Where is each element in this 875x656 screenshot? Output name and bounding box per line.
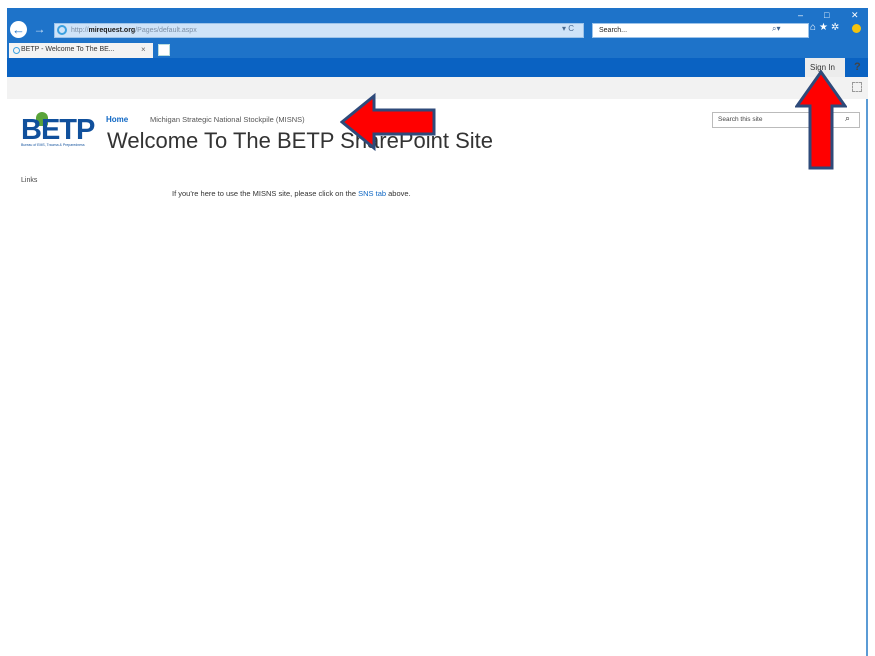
help-icon[interactable]: ? xyxy=(854,61,861,73)
sns-tab-link[interactable]: SNS tab xyxy=(358,189,386,198)
message-text-before: If you're here to use the MISNS site, pl… xyxy=(172,189,358,198)
ie-icon xyxy=(57,25,67,35)
tab-strip: BETP - Welcome To The BE... × xyxy=(7,42,868,58)
annotation-arrow-left-icon xyxy=(340,92,436,152)
message-text-after: above. xyxy=(386,189,411,198)
instruction-message: If you're here to use the MISNS site, pl… xyxy=(172,189,411,198)
maximize-button[interactable]: □ xyxy=(824,10,829,20)
forward-icon[interactable]: → xyxy=(31,21,48,38)
focus-icon[interactable] xyxy=(852,82,862,92)
smiley-icon[interactable] xyxy=(852,24,861,33)
new-tab-button[interactable] xyxy=(158,44,170,56)
tab-close-icon[interactable]: × xyxy=(141,43,146,57)
browser-navigation-row: ← → http://mirequest.org/Pages/default.a… xyxy=(7,20,868,42)
home-icon[interactable]: ⌂ xyxy=(810,22,819,33)
nav-home-link[interactable]: Home xyxy=(106,115,128,124)
sharepoint-suite-bar xyxy=(7,58,868,77)
minimize-button[interactable]: – xyxy=(798,10,803,20)
search-icon[interactable]: ⌕▾ xyxy=(772,24,781,34)
favorites-star-icon[interactable]: ★ xyxy=(819,22,831,33)
page-right-border xyxy=(866,99,868,656)
address-prefix: http:// xyxy=(71,27,89,34)
address-host: mirequest.org xyxy=(89,27,136,34)
address-bar[interactable]: http://mirequest.org/Pages/default.aspx xyxy=(54,23,584,38)
address-path: /Pages/default.aspx xyxy=(135,27,197,34)
refresh-icon[interactable]: ▾ C xyxy=(562,24,574,33)
browser-window: – □ ✕ ← → http://mirequest.org/Pages/def… xyxy=(0,0,875,656)
settings-gear-icon[interactable]: ✲ xyxy=(831,22,842,33)
site-logo-tagline: Bureau of EMS, Trauma & Preparedness xyxy=(21,143,85,147)
annotation-arrow-up-icon xyxy=(795,70,847,170)
back-icon[interactable]: ← xyxy=(10,21,27,38)
tab-title: BETP - Welcome To The BE... xyxy=(21,46,115,53)
nav-misns-tab[interactable]: Michigan Strategic National Stockpile (M… xyxy=(150,115,305,124)
ribbon-bar xyxy=(7,77,868,99)
browser-toolbar-icons: ⌂★✲ xyxy=(810,22,842,33)
tab-ie-icon xyxy=(13,47,20,54)
left-nav-links[interactable]: Links xyxy=(21,177,37,184)
tab-betp-welcome[interactable]: BETP - Welcome To The BE... × xyxy=(9,43,153,58)
